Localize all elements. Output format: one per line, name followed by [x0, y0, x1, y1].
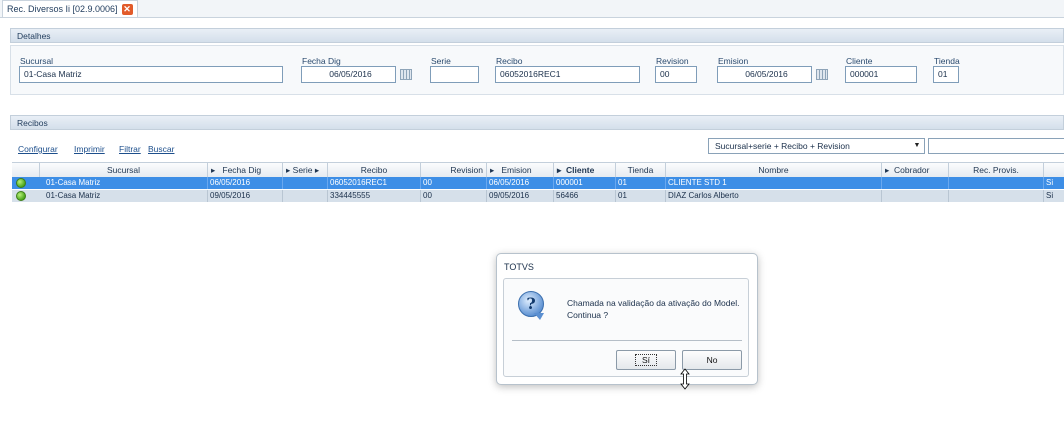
- sucursal-label: Sucursal: [20, 56, 54, 66]
- col-fecha-dig[interactable]: ▸ Fecha Dig: [208, 163, 283, 177]
- imprimir-link[interactable]: Imprimir: [74, 144, 105, 154]
- cell-nombre: DIAZ Carlos Alberto: [666, 190, 882, 202]
- tab-rec-diversos[interactable]: Rec. Diversos Ii [02.9.0006] ✕: [2, 0, 138, 17]
- fecha-dig-field[interactable]: 06/05/2016: [301, 66, 396, 83]
- cell-sucursal: 01-Casa Matriz: [40, 177, 208, 189]
- dialog-body: ? Chamada na validação da ativação do Mo…: [503, 278, 749, 377]
- status-ok-icon: [16, 191, 26, 201]
- emision-label: Emision: [718, 56, 749, 66]
- col-fecha-dig-label: Fecha Dig: [222, 165, 262, 175]
- col-emision-label: Emision: [501, 165, 532, 175]
- dialog-message-line1: Chamada na validação da ativação do Mode…: [567, 298, 740, 308]
- search-input[interactable]: [928, 138, 1064, 154]
- status-ok-icon: [16, 178, 26, 188]
- sort-arrow-icon: ▸: [490, 165, 495, 175]
- calendar-icon[interactable]: [816, 69, 828, 80]
- cell-nombre: CLIENTE STD 1: [666, 177, 882, 189]
- col-serie-label: Serie: [292, 165, 313, 175]
- sort-arrow-icon: ▸: [314, 165, 320, 175]
- sort-arrow-icon: ▸: [885, 165, 890, 175]
- cell-fecha: 06/05/2016: [208, 177, 283, 189]
- dialog-divider: [512, 340, 742, 341]
- cell-revision: 00: [421, 190, 487, 202]
- question-icon-tail: [534, 313, 544, 320]
- revision-field[interactable]: 00: [655, 66, 697, 83]
- tienda-label: Tienda: [934, 56, 960, 66]
- col-status: [12, 163, 40, 177]
- sort-arrow-icon: ▸: [286, 165, 291, 175]
- cell-emision: 09/05/2016: [487, 190, 554, 202]
- order-select-value: Sucursal+serie + Recibo + Revision: [715, 141, 850, 151]
- col-emision[interactable]: ▸ Emision: [487, 163, 554, 177]
- close-icon[interactable]: ✕: [121, 3, 133, 15]
- col-extra[interactable]: [1044, 163, 1064, 177]
- col-revision[interactable]: Revision: [421, 163, 487, 177]
- detalhes-header: Detalhes: [10, 28, 1064, 43]
- dialog-message: Chamada na validação da ativação do Mode…: [567, 297, 747, 321]
- configurar-link[interactable]: Configurar: [18, 144, 58, 154]
- cell-sucursal: 01-Casa Matriz: [40, 190, 208, 202]
- yes-button-label: Sí: [634, 354, 658, 366]
- cell-rec-provis: [949, 177, 1044, 189]
- tab-title: Rec. Diversos Ii [02.9.0006]: [7, 4, 118, 14]
- cell-extra: Si: [1044, 177, 1064, 189]
- no-button[interactable]: No: [682, 350, 742, 370]
- cell-revision: 00: [421, 177, 487, 189]
- no-button-label: No: [706, 355, 718, 365]
- serie-field[interactable]: [430, 66, 479, 83]
- tienda-field[interactable]: 01: [933, 66, 959, 83]
- emision-field[interactable]: 06/05/2016: [717, 66, 812, 83]
- cliente-label: Cliente: [846, 56, 873, 66]
- cliente-field[interactable]: 000001: [845, 66, 917, 83]
- revision-label: Revision: [656, 56, 689, 66]
- tab-bar: Rec. Diversos Ii [02.9.0006] ✕: [0, 0, 1064, 18]
- recibo-field[interactable]: 06052016REC1: [495, 66, 640, 83]
- cell-serie: [283, 190, 328, 202]
- sucursal-field[interactable]: 01-Casa Matriz: [19, 66, 283, 83]
- confirm-dialog: TOTVS ? Chamada na validação da ativação…: [496, 253, 758, 385]
- cell-recibo: 334445555: [328, 190, 421, 202]
- col-cliente-label: Cliente: [566, 165, 595, 175]
- cell-emision: 06/05/2016: [487, 177, 554, 189]
- dialog-title: TOTVS: [504, 262, 534, 272]
- fecha-dig-label: Fecha Dig: [302, 56, 341, 66]
- cell-tienda: 01: [616, 177, 666, 189]
- col-serie[interactable]: ▸ Serie ▸: [283, 163, 328, 177]
- col-tienda[interactable]: Tienda: [616, 163, 666, 177]
- order-select[interactable]: Sucursal+serie + Recibo + Revision ▼: [708, 138, 925, 154]
- buscar-link[interactable]: Buscar: [148, 144, 174, 154]
- cell-extra: Si: [1044, 190, 1064, 202]
- resize-cursor-icon: [680, 368, 690, 390]
- cell-fecha: 09/05/2016: [208, 190, 283, 202]
- sort-arrow-icon: ▸: [557, 165, 562, 175]
- chevron-down-icon[interactable]: ▼: [912, 141, 922, 151]
- col-cobrador-label: Cobrador: [894, 165, 930, 175]
- cell-tienda: 01: [616, 190, 666, 202]
- cell-cliente: 56466: [554, 190, 616, 202]
- filtrar-link[interactable]: Filtrar: [119, 144, 141, 154]
- table-row[interactable]: 01-Casa Matriz 06/05/2016 06052016REC1 0…: [12, 177, 1064, 189]
- col-cliente[interactable]: ▸ Cliente: [554, 163, 616, 177]
- col-nombre[interactable]: Nombre: [666, 163, 882, 177]
- recibos-header: Recibos: [10, 115, 1064, 130]
- cell-cobrador: [882, 177, 949, 189]
- col-sucursal[interactable]: Sucursal: [40, 163, 208, 177]
- recibo-label: Recibo: [496, 56, 523, 66]
- cell-recibo: 06052016REC1: [328, 177, 421, 189]
- table-row[interactable]: 01-Casa Matriz 09/05/2016 334445555 00 0…: [12, 190, 1064, 202]
- cell-cobrador: [882, 190, 949, 202]
- calendar-icon[interactable]: [400, 69, 412, 80]
- col-recibo[interactable]: Recibo: [328, 163, 421, 177]
- sort-arrow-icon: ▸: [211, 165, 216, 175]
- dialog-message-line2: Continua ?: [567, 310, 609, 320]
- cell-rec-provis: [949, 190, 1044, 202]
- col-cobrador[interactable]: ▸ Cobrador: [882, 163, 949, 177]
- serie-label: Serie: [431, 56, 451, 66]
- cell-serie: [283, 177, 328, 189]
- grid-header: Sucursal ▸ Fecha Dig ▸ Serie ▸ Recibo Re…: [12, 162, 1064, 178]
- yes-button[interactable]: Sí: [616, 350, 676, 370]
- cell-cliente: 000001: [554, 177, 616, 189]
- col-rec-provis[interactable]: Rec. Provis.: [949, 163, 1044, 177]
